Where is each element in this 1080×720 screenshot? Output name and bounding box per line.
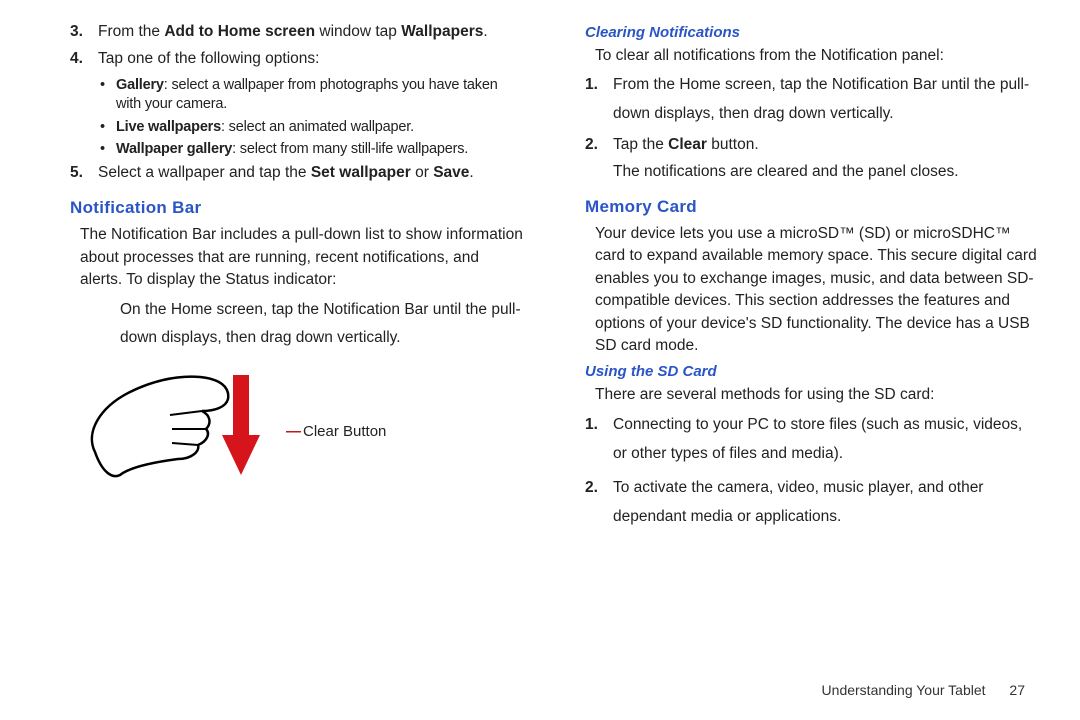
heading-using-sd-card: Using the SD Card <box>585 363 1040 380</box>
bullet-dot: • <box>100 140 116 159</box>
bold: Wallpaper gallery <box>116 141 232 157</box>
step-body: From the Add to Home screen window tap W… <box>98 22 525 43</box>
paragraph: Your device lets you use a microSD™ (SD)… <box>595 223 1040 358</box>
figure-caption: —Clear Button <box>286 423 386 440</box>
bold: Add to Home screen <box>164 23 315 40</box>
bullet-dot: • <box>100 76 116 114</box>
paragraph: The Notification Bar includes a pull-dow… <box>80 224 525 291</box>
step-number: 5. <box>70 163 98 184</box>
page-footer: Understanding Your Tablet 27 <box>822 682 1025 698</box>
manual-page: 3. From the Add to Home screen window ta… <box>0 0 1080 700</box>
text: button. <box>707 136 759 153</box>
period: . <box>469 164 473 181</box>
text: : select an animated wallpaper. <box>221 119 414 135</box>
bullet-gallery: • Gallery: select a wallpaper from photo… <box>100 76 525 114</box>
bullet-wallpaper-gallery: • Wallpaper gallery: select from many st… <box>100 140 525 159</box>
step-3: 3. From the Add to Home screen window ta… <box>70 22 525 43</box>
left-column: 3. From the Add to Home screen window ta… <box>40 18 535 700</box>
paragraph: To clear all notifications from the Noti… <box>595 45 1040 67</box>
bullet-live: • Live wallpapers: select an animated wa… <box>100 118 525 137</box>
sd-step-1: 1. Connecting to your PC to store files … <box>585 411 1040 468</box>
bold: Clear <box>668 136 707 153</box>
footer-page-number: 27 <box>1009 682 1025 698</box>
paragraph: There are several methods for using the … <box>595 384 1040 406</box>
caption-text: Clear Button <box>303 423 386 440</box>
heading-clearing-notifications: Clearing Notifications <box>585 24 1040 41</box>
period: . <box>483 23 487 40</box>
text: or <box>411 164 433 181</box>
bold: Wallpapers <box>401 23 483 40</box>
step-number: 1. <box>585 411 613 468</box>
step-body: Connecting to your PC to store files (su… <box>613 411 1040 468</box>
text: : select a wallpaper from photographs yo… <box>116 77 498 112</box>
right-column: Clearing Notifications To clear all noti… <box>535 18 1040 700</box>
step-number: 4. <box>70 49 98 70</box>
text: From the <box>98 23 164 40</box>
bullet-dot: • <box>100 118 116 137</box>
step-number: 2. <box>585 135 613 183</box>
step-number: 1. <box>585 71 613 128</box>
hand-swipe-icon <box>80 367 260 497</box>
text: The notifications are cleared and the pa… <box>613 163 959 180</box>
step-number: 2. <box>585 474 613 531</box>
step-5: 5. Select a wallpaper and tap the Set wa… <box>70 163 525 184</box>
paragraph: On the Home screen, tap the Notification… <box>120 296 525 353</box>
dash-icon: — <box>286 423 299 440</box>
footer-section: Understanding Your Tablet <box>822 682 986 698</box>
bold: Set wallpaper <box>311 164 411 181</box>
text: window tap <box>315 23 401 40</box>
sd-step-2: 2. To activate the camera, video, music … <box>585 474 1040 531</box>
text: Select a wallpaper and tap the <box>98 164 311 181</box>
bold: Live wallpapers <box>116 119 221 135</box>
step-body: From the Home screen, tap the Notificati… <box>613 71 1040 128</box>
text: : select from many still-life wallpapers… <box>232 141 468 157</box>
bullet-text: Gallery: select a wallpaper from photogr… <box>116 76 525 114</box>
step-number: 3. <box>70 22 98 43</box>
bold: Save <box>433 164 469 181</box>
clear-step-2: 2. Tap the Clear button. The notificatio… <box>585 135 1040 183</box>
step-body: Select a wallpaper and tap the Set wallp… <box>98 163 525 184</box>
step-4: 4. Tap one of the following options: <box>70 49 525 70</box>
heading-memory-card: Memory Card <box>585 197 1040 217</box>
text: Tap the <box>613 136 668 153</box>
step-body: To activate the camera, video, music pla… <box>613 474 1040 531</box>
bullet-text: Wallpaper gallery: select from many stil… <box>116 140 525 159</box>
figure-swipe-gesture: —Clear Button <box>80 367 525 497</box>
step-body: Tap one of the following options: <box>98 49 525 70</box>
clear-step-1: 1. From the Home screen, tap the Notific… <box>585 71 1040 128</box>
bold: Gallery <box>116 77 164 93</box>
bullet-text: Live wallpapers: select an animated wall… <box>116 118 525 137</box>
heading-notification-bar: Notification Bar <box>70 198 525 218</box>
step-body: Tap the Clear button. The notifications … <box>613 135 1040 183</box>
